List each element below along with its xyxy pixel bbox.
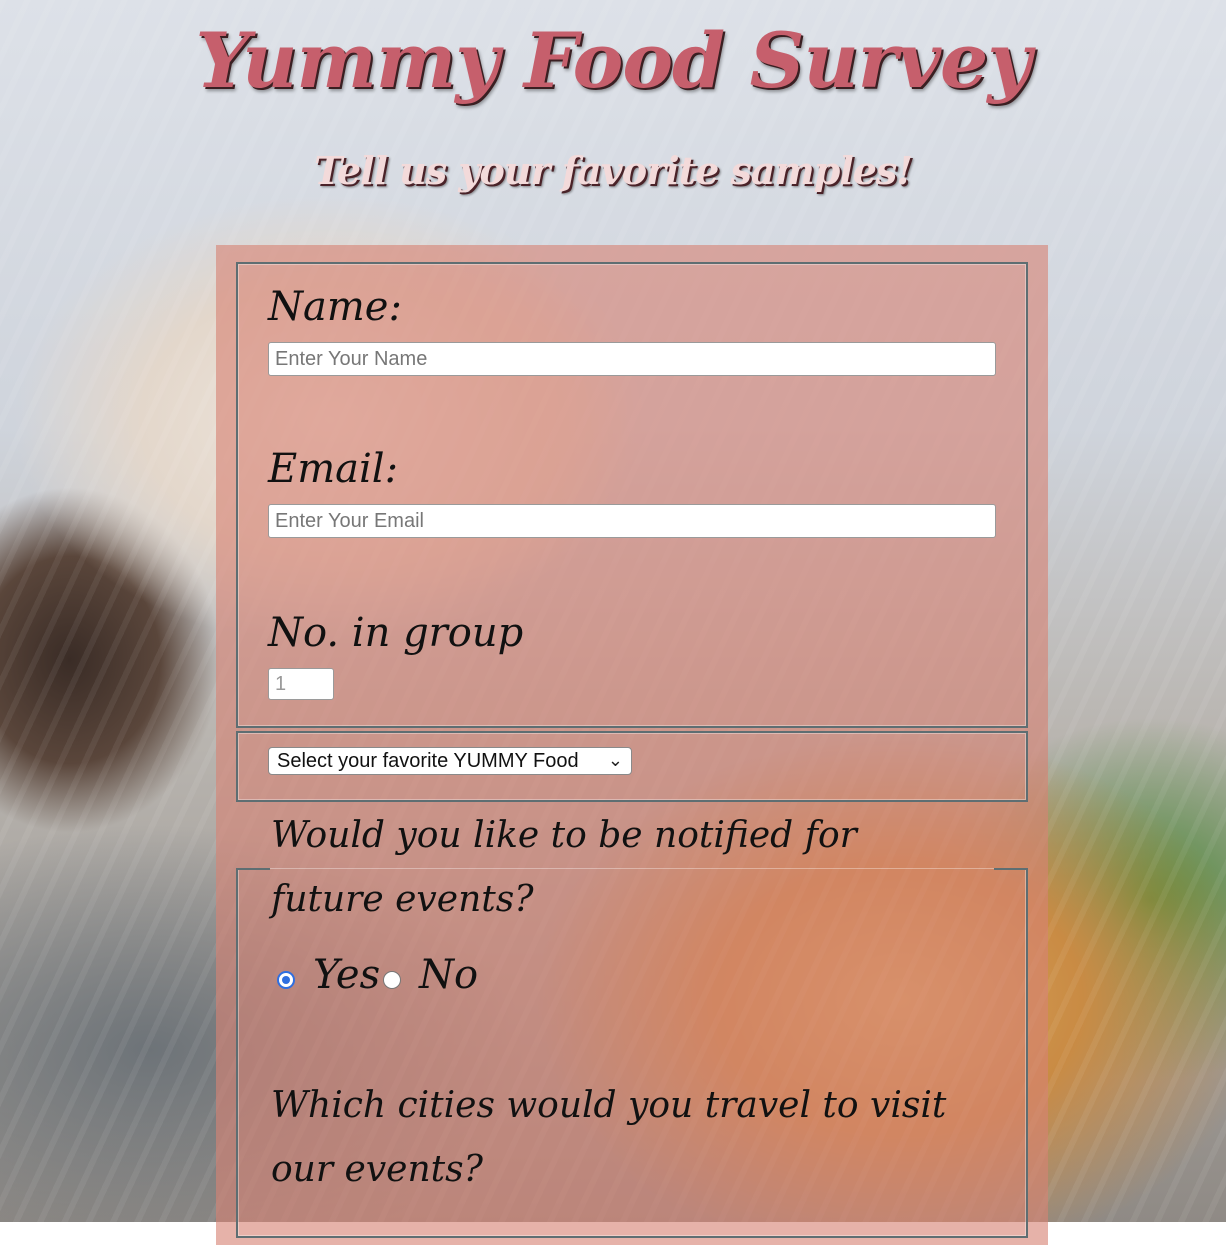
- favorite-food-select-value: Select your favorite YUMMY Food: [277, 750, 579, 772]
- cities-question: Which cities would you travel to visit o…: [271, 1085, 947, 1190]
- favorite-food-select[interactable]: Select your favorite YUMMY Food ⌄: [268, 747, 632, 775]
- notify-yes-radio[interactable]: [277, 971, 295, 989]
- chevron-down-icon: ⌄: [607, 750, 623, 770]
- notify-question: Would you like to be notified for future…: [271, 815, 857, 920]
- notify-yes-label[interactable]: Yes: [313, 952, 380, 998]
- group-size-input[interactable]: 1: [268, 668, 334, 700]
- page-subtitle: Tell us your favorite samples!: [313, 148, 913, 193]
- email-input[interactable]: Enter Your Email: [268, 504, 996, 538]
- email-label: Email:: [268, 446, 399, 492]
- group-size-label: No. in group: [268, 610, 524, 656]
- notify-no-label[interactable]: No: [419, 952, 478, 998]
- personal-info-fieldset: [236, 262, 1028, 728]
- name-input[interactable]: Enter Your Name: [268, 342, 996, 376]
- page-title: Yummy Food Survey: [195, 16, 1032, 105]
- notify-no-radio[interactable]: [383, 971, 401, 989]
- name-label: Name:: [268, 284, 402, 330]
